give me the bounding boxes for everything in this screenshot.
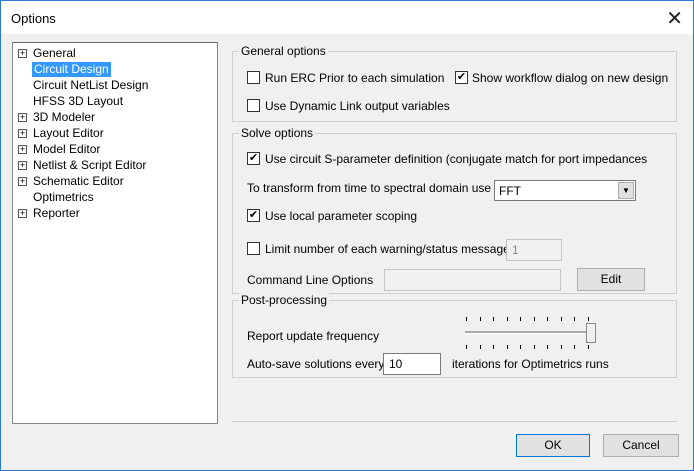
slider-tick xyxy=(560,317,562,321)
expand-icon[interactable]: + xyxy=(18,209,27,218)
limit-messages-checkbox[interactable] xyxy=(247,242,260,255)
autosave-input[interactable]: 10 xyxy=(383,353,441,375)
cancel-button[interactable]: Cancel xyxy=(603,434,679,457)
transform-value: FFT xyxy=(499,184,521,198)
divider xyxy=(232,421,677,422)
edit-button[interactable]: Edit xyxy=(577,268,645,291)
options-tree[interactable]: + General Circuit Design Circuit NetList De… xyxy=(12,42,218,424)
sparam-label: Use circuit S-parameter definition (conj… xyxy=(265,152,648,166)
local-scoping-checkbox[interactable]: ✔ xyxy=(247,209,260,222)
dialog-title: Options xyxy=(11,11,56,26)
slider-tick xyxy=(466,317,467,321)
expand-icon[interactable]: + xyxy=(18,113,27,122)
show-workflow-label: Show workflow dialog on new design xyxy=(472,71,669,85)
tree-item[interactable]: Reporter xyxy=(33,206,80,221)
dynamic-link-checkbox[interactable] xyxy=(247,99,260,112)
slider-tick xyxy=(479,345,481,349)
slider-tick xyxy=(587,345,589,349)
run-erc-label: Run ERC Prior to each simulation xyxy=(265,71,445,85)
tree-item[interactable]: HFSS 3D Layout xyxy=(33,94,123,109)
command-line-input[interactable] xyxy=(384,269,561,291)
title-bar: Options ✕ xyxy=(1,1,693,34)
slider-track xyxy=(465,331,591,334)
report-frequency-slider[interactable] xyxy=(461,315,597,351)
sparam-checkbox[interactable]: ✔ xyxy=(247,152,260,165)
slider-tick xyxy=(506,317,508,321)
slider-thumb[interactable] xyxy=(586,323,596,343)
slider-tick xyxy=(466,345,467,349)
slider-tick xyxy=(547,345,548,349)
transform-label: To transform from time to spectral domai… xyxy=(247,181,492,195)
tree-item[interactable]: Circuit NetList Design xyxy=(33,78,148,93)
slider-tick xyxy=(533,317,535,321)
autosave-suffix: iterations for Optimetrics runs xyxy=(452,357,609,371)
slider-tick xyxy=(547,317,548,321)
limit-messages-label: Limit number of each warning/status mess… xyxy=(265,242,510,256)
slider-tick xyxy=(520,345,521,349)
group-label: Post-processing xyxy=(239,293,330,307)
slider-tick xyxy=(493,317,494,321)
post-processing-group: Post-processing Report update frequency … xyxy=(232,293,677,378)
show-workflow-checkbox[interactable]: ✔ xyxy=(455,71,468,84)
tree-item[interactable]: General xyxy=(33,46,76,61)
run-erc-checkbox[interactable] xyxy=(247,71,260,84)
autosave-label: Auto-save solutions every xyxy=(247,357,385,371)
limit-messages-input[interactable]: 1 xyxy=(506,239,562,261)
slider-tick xyxy=(493,345,494,349)
tree-item[interactable]: Optimetrics xyxy=(33,190,94,205)
slider-tick xyxy=(560,345,562,349)
slider-tick xyxy=(574,317,575,321)
slider-tick xyxy=(533,345,535,349)
tree-item[interactable]: Circuit Design xyxy=(32,62,111,77)
expand-icon[interactable]: + xyxy=(18,49,27,58)
command-line-label: Command Line Options xyxy=(247,273,374,287)
tree-item[interactable]: Schematic Editor xyxy=(33,174,124,189)
local-scoping-label: Use local parameter scoping xyxy=(265,209,418,223)
chevron-down-icon[interactable]: ▼ xyxy=(618,182,634,199)
slider-tick xyxy=(479,317,481,321)
transform-select[interactable]: FFT ▼ xyxy=(494,180,636,201)
dynamic-link-label: Use Dynamic Link output variables xyxy=(265,99,450,113)
expand-icon[interactable]: + xyxy=(18,145,27,154)
expand-icon[interactable]: + xyxy=(18,129,27,138)
group-label: Solve options xyxy=(239,126,316,140)
expand-icon[interactable]: + xyxy=(18,161,27,170)
slider-tick xyxy=(520,317,521,321)
tree-item[interactable]: Netlist & Script Editor xyxy=(33,158,146,173)
slider-tick xyxy=(574,345,575,349)
expand-icon[interactable]: + xyxy=(18,177,27,186)
tree-item[interactable]: Model Editor xyxy=(33,142,100,157)
solve-options-group: Solve options ✔ Use circuit S-parameter … xyxy=(232,126,677,294)
slider-tick xyxy=(587,317,589,321)
slider-tick xyxy=(506,345,508,349)
ok-button[interactable]: OK xyxy=(516,434,590,457)
close-icon[interactable]: ✕ xyxy=(666,6,683,31)
report-frequency-label: Report update frequency xyxy=(247,329,380,343)
general-options-group: General options Run ERC Prior to each si… xyxy=(232,44,677,122)
options-dialog: Options ✕ + General Circuit Design Circuit … xyxy=(0,0,694,471)
tree-item[interactable]: 3D Modeler xyxy=(33,110,95,125)
group-label: General options xyxy=(239,44,328,58)
tree-item[interactable]: Layout Editor xyxy=(33,126,104,141)
